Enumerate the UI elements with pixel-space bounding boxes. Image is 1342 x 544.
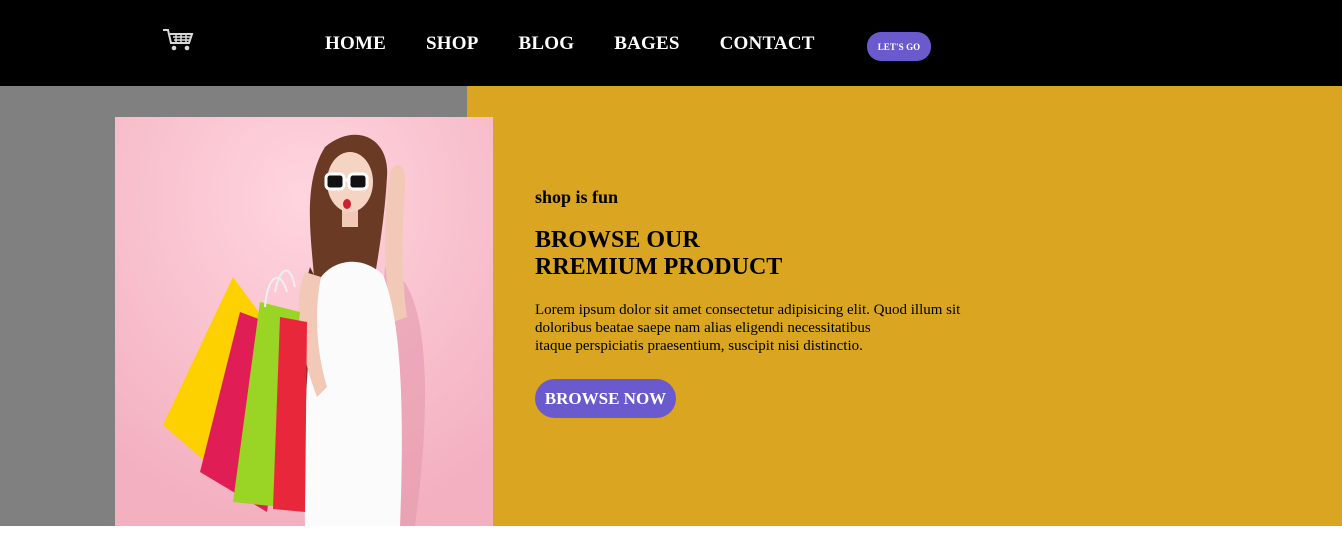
hero-headline-line-2: RREMIUM PRODUCT: [535, 254, 783, 280]
hero-headline-line-1: BROWSE OUR: [535, 227, 700, 253]
hero-description-line-3: itaque perspiciatis praesentium, suscipi…: [535, 338, 863, 354]
lets-go-button[interactable]: LET'S GO: [867, 32, 931, 61]
hero-section: shop is fun BROWSE OUR RREMIUM PRODUCT L…: [0, 86, 1342, 526]
nav-item-bages[interactable]: BAGES: [614, 33, 679, 55]
hero-eyebrow: shop is fun: [535, 187, 619, 207]
hero-description-line-2: doloribus beatae saepe nam alias eligend…: [535, 320, 871, 336]
nav-item-home[interactable]: HOME: [325, 33, 386, 55]
nav-item-blog[interactable]: BLOG: [519, 33, 575, 55]
hero-content: shop is fun BROWSE OUR RREMIUM PRODUCT L…: [535, 186, 1055, 418]
navbar: HOME SHOP BLOG BAGES CONTACT LET'S GO: [0, 0, 1342, 86]
hero-description: Lorem ipsum dolor sit amet consectetur a…: [535, 301, 1005, 355]
shopping-cart-icon[interactable]: [162, 27, 196, 53]
hero-headline: BROWSE OUR RREMIUM PRODUCT: [535, 227, 1055, 281]
nav-item-shop[interactable]: SHOP: [426, 33, 479, 55]
hero-description-line-1: Lorem ipsum dolor sit amet consectetur a…: [535, 302, 961, 318]
nav-item-contact[interactable]: CONTACT: [720, 33, 815, 55]
browse-now-button[interactable]: BROWSE NOW: [535, 379, 676, 418]
hero-image: [115, 117, 493, 526]
main-nav: HOME SHOP BLOG BAGES CONTACT: [325, 31, 855, 57]
